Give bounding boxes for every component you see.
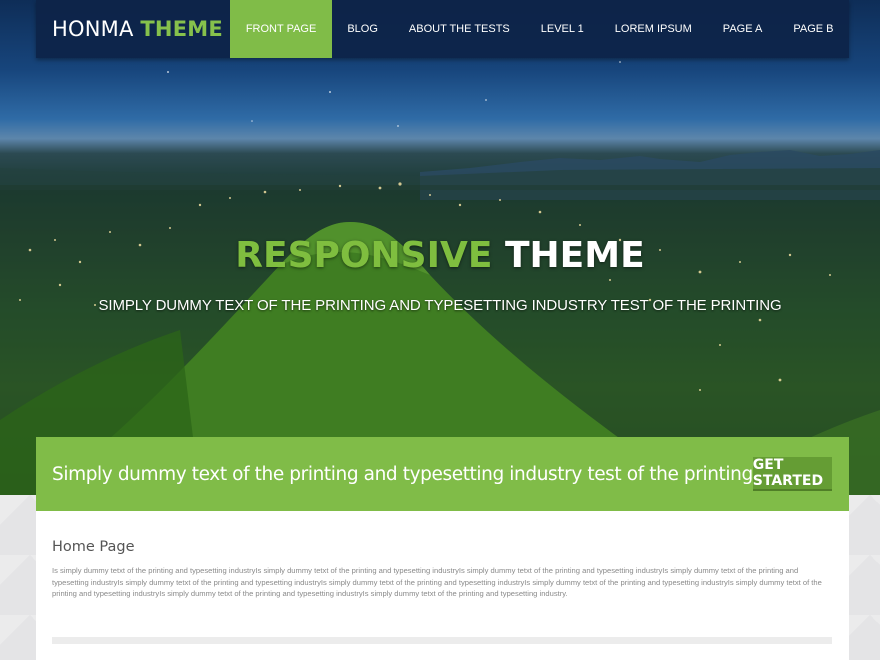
nav-item-page-b[interactable]: PAGE B bbox=[778, 0, 849, 58]
get-started-button[interactable]: GET STARTED bbox=[752, 457, 832, 491]
nav-item-level-1[interactable]: LEVEL 1 bbox=[525, 0, 599, 58]
main-menu: FRONT PAGE BLOG ABOUT THE TESTS LEVEL 1 … bbox=[230, 0, 849, 58]
nav-item-about-the-tests[interactable]: ABOUT THE TESTS bbox=[393, 0, 525, 58]
hero-subtitle: SIMPLY DUMMY TEXT OF THE PRINTING AND TY… bbox=[98, 297, 782, 314]
logo-text-accent: THEME bbox=[140, 17, 223, 41]
nav-item-lorem-ipsum[interactable]: LOREM IPSUM bbox=[599, 0, 707, 58]
hero-title-accent: RESPONSIVE bbox=[235, 235, 493, 276]
logo-text-primary: HONMA bbox=[52, 17, 134, 41]
content-card: Home Page Is simply dummy tetxt of the p… bbox=[36, 511, 849, 660]
hero-title: RESPONSIVE THEME bbox=[0, 235, 880, 276]
hero-title-main: THEME bbox=[504, 235, 645, 276]
top-navigation-bar: HONMA THEME FRONT PAGE BLOG ABOUT THE TE… bbox=[36, 0, 849, 58]
section-divider bbox=[52, 637, 832, 644]
call-to-action-band: Simply dummy text of the printing and ty… bbox=[36, 437, 849, 511]
nav-item-front-page[interactable]: FRONT PAGE bbox=[230, 0, 332, 58]
page-title: Home Page bbox=[52, 539, 135, 555]
site-logo[interactable]: HONMA THEME bbox=[36, 17, 230, 41]
nav-item-blog[interactable]: BLOG bbox=[332, 0, 394, 58]
nav-item-page-a[interactable]: PAGE A bbox=[707, 0, 778, 58]
cta-text: Simply dummy text of the printing and ty… bbox=[52, 463, 753, 485]
page-body-text: Is simply dummy tetxt of the printing an… bbox=[52, 566, 822, 599]
